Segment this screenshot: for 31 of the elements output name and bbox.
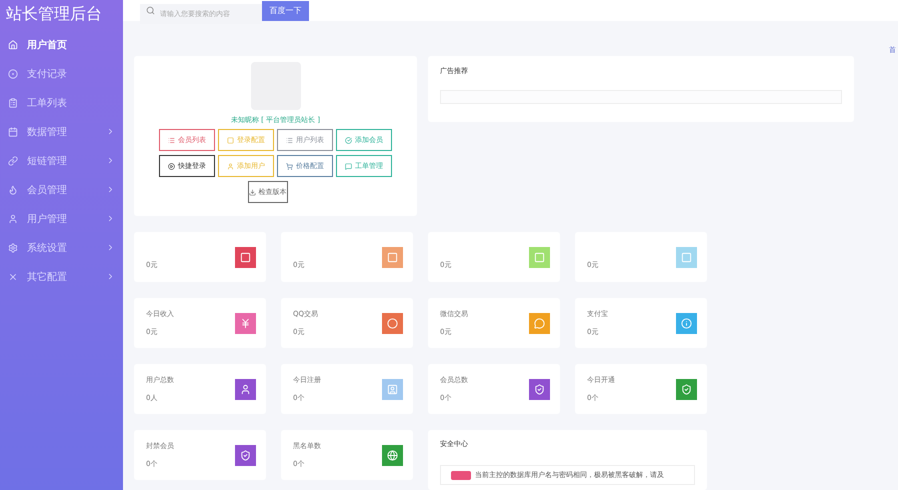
sidebar-item[interactable]: 支付记录 — [0, 59, 123, 88]
button-icon — [168, 136, 175, 144]
button-icon — [345, 136, 352, 144]
button-icon — [248, 188, 256, 196]
button-icon — [286, 162, 293, 170]
sidebar-item[interactable]: 会员管理 — [0, 175, 123, 204]
menu-icon — [8, 272, 18, 282]
sidebar-item[interactable]: 用户管理 — [0, 204, 123, 233]
sidebar-item[interactable]: 用户首页 — [0, 30, 123, 59]
menu-icon — [8, 214, 18, 224]
menu-icon — [8, 40, 18, 50]
button-icon — [227, 136, 234, 144]
sidebar-item[interactable]: 短链管理 — [0, 146, 123, 175]
button-icon — [345, 162, 352, 170]
sidebar-item[interactable]: 数据管理 — [0, 117, 123, 146]
sidebar-title: 站长管理后台 — [5, 3, 103, 25]
menu-icon — [8, 242, 18, 252]
menu-icon — [8, 68, 18, 78]
menu-icon — [8, 98, 18, 108]
menu-icon — [8, 156, 18, 166]
button-icon — [227, 162, 234, 170]
sidebar-item[interactable]: 工单列表 — [0, 88, 123, 117]
warning-tag — [451, 470, 471, 480]
button-icon — [168, 162, 175, 170]
search-button[interactable]: 百度一下 — [262, 0, 309, 20]
menu-icon — [8, 184, 18, 194]
button-icon — [286, 136, 293, 144]
search-icon — [146, 6, 155, 14]
sidebar-item[interactable]: 其它配置 — [0, 262, 123, 291]
menu-icon — [8, 126, 18, 136]
sidebar-item[interactable]: 系统设置 — [0, 233, 123, 262]
